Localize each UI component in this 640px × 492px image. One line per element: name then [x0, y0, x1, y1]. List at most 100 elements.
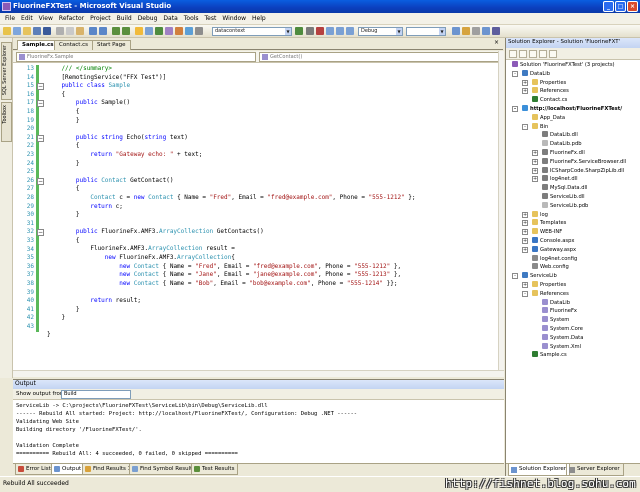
refresh-icon[interactable]: [529, 50, 537, 58]
code-line[interactable]: [47, 168, 416, 177]
code-line[interactable]: }: [47, 117, 416, 126]
code-line[interactable]: {: [47, 91, 416, 100]
tree-node[interactable]: + WEB-INF: [522, 228, 562, 236]
class-view-icon[interactable]: [472, 27, 480, 35]
code-line[interactable]: Contact c = new Contact { Name = "Fred",…: [47, 194, 415, 203]
menu-item-build[interactable]: Build: [114, 15, 135, 22]
code-line[interactable]: [47, 323, 416, 332]
editor-horizontal-scrollbar[interactable]: [13, 370, 504, 377]
tree-node[interactable]: DataLib: [542, 298, 570, 307]
tree-node[interactable]: - http://localhost/FluorineFXTest/: [512, 105, 622, 113]
run-icon[interactable]: [295, 27, 303, 35]
tree-node[interactable]: + FluorineFx.ServiceBrowser.dll: [532, 157, 626, 166]
tool-icon[interactable]: [165, 27, 173, 35]
navigate-forward-icon[interactable]: [122, 27, 130, 35]
expand-icon[interactable]: +: [522, 211, 528, 218]
menu-item-file[interactable]: File: [2, 15, 18, 22]
tree-node[interactable]: ServiceLib.pdb: [542, 201, 588, 210]
tree-node[interactable]: System.Core: [542, 325, 583, 333]
tab-output[interactable]: Output: [51, 464, 86, 475]
show-all-files-icon[interactable]: [519, 50, 527, 58]
step-out-icon[interactable]: [346, 27, 354, 35]
collapse-outline-icon[interactable]: −: [37, 83, 44, 91]
menu-item-help[interactable]: Help: [249, 15, 269, 22]
tree-node[interactable]: - ServiceLib: [512, 272, 557, 280]
tab-sql-server-explorer[interactable]: SQL Server Explorer: [1, 42, 12, 100]
code-line[interactable]: {: [47, 142, 416, 151]
open-file-icon[interactable]: [23, 27, 31, 35]
code-line[interactable]: {: [47, 185, 416, 194]
collapse-icon[interactable]: -: [522, 123, 528, 130]
add-item-icon[interactable]: [13, 27, 21, 35]
code-line[interactable]: new FluorineFx.AMF3.ArrayCollection{: [47, 254, 416, 263]
tree-node[interactable]: System.Xml: [542, 342, 581, 351]
code-text[interactable]: /// </summary> [RemotingService("FFX Tes…: [47, 65, 416, 340]
collapse-outline-icon[interactable]: −: [37, 100, 44, 108]
code-line[interactable]: public string Echo(string text): [47, 134, 416, 143]
tree-node[interactable]: + References: [522, 87, 569, 95]
tree-node[interactable]: Solution 'FluorineFXTest' (3 projects): [512, 61, 615, 69]
step-icon[interactable]: [326, 27, 334, 35]
toolbox-window-icon[interactable]: [482, 27, 490, 35]
code-line[interactable]: [47, 220, 416, 229]
output-text[interactable]: ServiceLib -> C:\projects\FluorineFXTest…: [16, 402, 357, 458]
tree-node[interactable]: Web.config: [532, 263, 569, 271]
tree-node[interactable]: DataLib.pdb: [542, 140, 582, 148]
object-browser-icon[interactable]: [185, 27, 193, 35]
tree-node[interactable]: - References: [522, 289, 569, 298]
code-line[interactable]: }: [47, 306, 416, 315]
code-line[interactable]: new Contact { Name = "Jane", Email = "ja…: [47, 271, 416, 280]
tab-error-list[interactable]: Error List: [15, 464, 55, 475]
code-line[interactable]: }: [47, 211, 416, 220]
collapse-icon[interactable]: -: [512, 70, 518, 77]
tab-contact-cs[interactable]: Contact.cs: [54, 40, 94, 50]
collapse-outline-icon[interactable]: −: [37, 177, 44, 185]
start-page-icon[interactable]: [492, 27, 500, 35]
expand-icon[interactable]: +: [522, 238, 528, 244]
expand-icon[interactable]: +: [532, 158, 538, 165]
code-line[interactable]: new Contact { Name = "Fred", Email = "fr…: [47, 263, 416, 272]
tab-sample-cs[interactable]: Sample.cs: [17, 40, 59, 50]
start-debugging-icon[interactable]: [155, 27, 163, 35]
maximize-button[interactable]: □: [615, 1, 626, 12]
menu-item-project[interactable]: Project: [87, 15, 114, 22]
menu-item-view[interactable]: View: [36, 15, 56, 22]
tree-node[interactable]: + Gateway.aspx: [522, 245, 576, 254]
close-button[interactable]: ×: [627, 1, 638, 12]
configuration-combo[interactable]: Debug ▼: [358, 27, 403, 36]
tab-toolbox[interactable]: Toolbox: [1, 102, 12, 142]
tree-node[interactable]: Sample.cs: [532, 351, 567, 359]
bookmark-icon[interactable]: [145, 27, 153, 35]
collapse-icon[interactable]: -: [522, 290, 528, 297]
code-line[interactable]: /// </summary>: [47, 65, 416, 74]
platform-combo[interactable]: ▼: [406, 27, 446, 36]
expand-icon[interactable]: +: [532, 167, 538, 174]
code-line[interactable]: {: [47, 237, 416, 246]
copy-icon[interactable]: [66, 27, 74, 35]
code-line[interactable]: FluorineFx.AMF3.ArrayCollection result =: [47, 245, 416, 254]
tree-node[interactable]: MySql.Data.dll: [542, 184, 587, 192]
code-line[interactable]: }: [47, 314, 416, 323]
undo-icon[interactable]: [89, 27, 97, 35]
code-line[interactable]: [47, 288, 416, 297]
collapse-outline-icon[interactable]: −: [37, 229, 44, 237]
code-line[interactable]: [47, 125, 416, 134]
paste-icon[interactable]: [76, 27, 84, 35]
tree-node[interactable]: + Properties: [522, 78, 566, 87]
code-line[interactable]: public Contact GetContact(): [47, 177, 416, 186]
minimize-button[interactable]: _: [603, 1, 614, 12]
member-dropdown[interactable]: GetContact(): [259, 52, 499, 62]
code-line[interactable]: public Sample(): [47, 99, 416, 108]
tree-node[interactable]: - DataLib: [512, 69, 550, 78]
collapse-icon[interactable]: -: [512, 106, 518, 112]
code-line[interactable]: public FluorineFx.AMF3.ArrayCollection G…: [47, 228, 416, 237]
menu-item-tools[interactable]: Tools: [181, 15, 202, 22]
close-document-icon[interactable]: ×: [493, 40, 500, 47]
tree-node[interactable]: ServiceLib.dll: [542, 193, 585, 201]
view-designer-icon[interactable]: [549, 50, 557, 58]
menu-item-data[interactable]: Data: [160, 15, 180, 22]
expand-icon[interactable]: +: [522, 220, 528, 227]
expand-icon[interactable]: +: [522, 282, 528, 288]
expand-icon[interactable]: +: [532, 176, 538, 183]
toolbox-icon[interactable]: [195, 27, 203, 35]
